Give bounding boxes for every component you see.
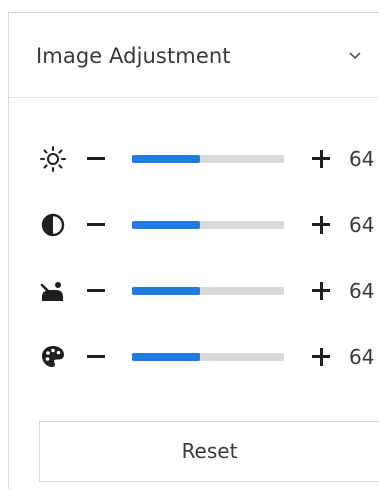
contrast-value: 64 xyxy=(349,213,375,237)
panel-header[interactable]: Image Adjustment xyxy=(9,13,379,98)
hue-slider-fill xyxy=(132,353,201,361)
brightness-value: 64 xyxy=(349,147,375,171)
contrast-icon xyxy=(41,213,65,237)
saturation-increase-button[interactable] xyxy=(307,275,335,307)
saturation-icon xyxy=(40,282,63,301)
brightness-icon xyxy=(40,146,66,172)
contrast-decrease-button[interactable] xyxy=(83,209,111,241)
hue-slider[interactable] xyxy=(132,353,284,361)
panel-title: Image Adjustment xyxy=(36,44,231,68)
contrast-slider-fill xyxy=(132,221,201,229)
hue-row: 64 xyxy=(9,337,379,377)
contrast-increase-button[interactable] xyxy=(307,209,335,241)
brightness-slider-fill xyxy=(132,155,201,163)
brightness-decrease-button[interactable] xyxy=(83,143,111,175)
contrast-row: 64 xyxy=(9,205,379,245)
brightness-slider[interactable] xyxy=(132,155,284,163)
palette-icon xyxy=(42,346,64,367)
saturation-value: 64 xyxy=(349,279,375,303)
hue-increase-button[interactable] xyxy=(307,341,335,373)
saturation-slider-fill xyxy=(132,287,201,295)
brightness-row: 64 xyxy=(9,139,379,179)
brightness-increase-button[interactable] xyxy=(307,143,335,175)
hue-value: 64 xyxy=(349,345,375,369)
saturation-slider[interactable] xyxy=(132,287,284,295)
saturation-decrease-button[interactable] xyxy=(83,275,111,307)
hue-decrease-button[interactable] xyxy=(83,341,111,373)
saturation-row: 64 xyxy=(9,271,379,311)
image-adjustment-panel: Image Adjustment 64 64 64 64 Reset xyxy=(8,12,379,489)
reset-button[interactable]: Reset xyxy=(39,421,379,482)
chevron-down-icon[interactable] xyxy=(347,47,363,63)
contrast-slider[interactable] xyxy=(132,221,284,229)
